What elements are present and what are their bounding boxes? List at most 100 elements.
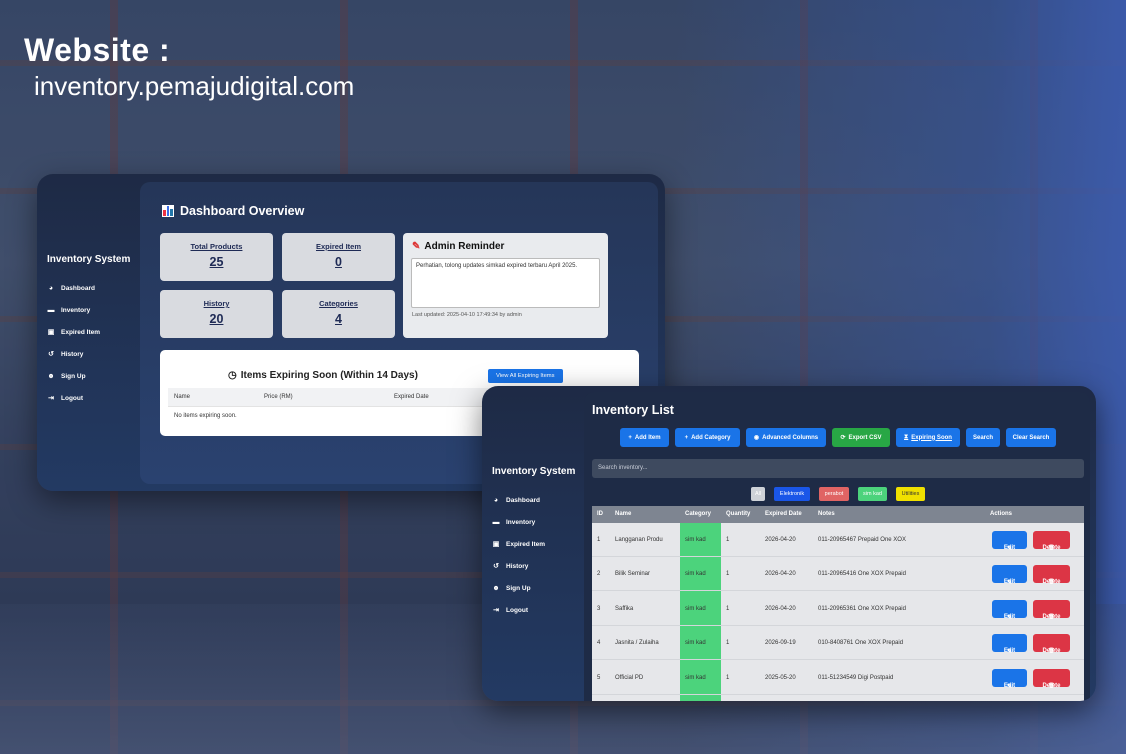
stat-value: 0 — [335, 255, 342, 269]
memo-icon: ✎ — [412, 241, 421, 252]
sidebar-item-inventory[interactable]: ▬ Inventory — [492, 511, 575, 533]
advanced-columns-button[interactable]: ◉ Advanced Columns — [746, 428, 826, 447]
calendar-icon: ▣ — [47, 329, 55, 336]
button-label: Delete — [1042, 648, 1061, 655]
sidebar-item-expired[interactable]: ▣ Expired Item — [492, 533, 575, 555]
edit-button[interactable]: ✎ Edit — [992, 531, 1027, 552]
stat-card-expired-item[interactable]: Expired Item 0 — [282, 233, 395, 281]
button-label: Edit — [1003, 613, 1016, 620]
column-header: Name — [615, 511, 632, 517]
button-label: Edit — [1003, 648, 1016, 655]
stat-card-history[interactable]: History 20 — [160, 290, 273, 338]
cell-name: Official PD — [615, 674, 644, 681]
sidebar-item-logout[interactable]: ⇥ Logout — [47, 387, 130, 409]
cell-qty: 1 — [726, 640, 730, 647]
page-title: Dashboard Overview — [162, 204, 304, 218]
button-label: Delete — [1042, 545, 1061, 551]
cell-date: 2026-04-20 — [765, 537, 796, 543]
promo-url: inventory.pemajudigital.com — [34, 71, 355, 101]
cell-name: Langganan Produ — [615, 537, 663, 543]
cell-name: Bilik Seminar — [615, 571, 651, 578]
table-row: 2 Bilik Seminar sim kad 1 2026-04-20 011-2096… — [592, 557, 1084, 592]
clear-search-button[interactable]: Clear Search — [1006, 428, 1056, 447]
edit-button[interactable]: ✎ Edit — [992, 634, 1027, 655]
search-button[interactable]: Search — [966, 428, 1000, 447]
cell-date: 2025-05-20 — [765, 674, 796, 681]
delete-button[interactable]: 🗑 Delete — [1033, 599, 1070, 620]
search-input[interactable]: Search inventory... — [592, 459, 1084, 478]
expiring-soon-button[interactable]: ⧗ Expiring Soon — [896, 428, 960, 447]
sidebar-item-expired[interactable]: ▣ Expired Item — [47, 321, 130, 343]
stat-card-categories[interactable]: Categories 4 — [282, 290, 395, 338]
button-label: Edit — [1003, 682, 1016, 689]
filter-chip-utilities[interactable]: Utilities — [896, 487, 925, 501]
box-icon: ▬ — [47, 306, 55, 314]
stat-label: Total Products — [190, 242, 243, 251]
button-label: Advanced Columns — [762, 434, 819, 441]
sidebar-brand: Inventory System — [492, 466, 576, 477]
table-header: ID Name Category Quantity Expired Date N… — [592, 506, 1084, 523]
history-icon: ↺ — [493, 563, 499, 570]
hourglass-icon: ⧗ — [904, 434, 909, 440]
filter-chip-perabot[interactable]: perabot — [819, 487, 849, 501]
column-header: Name — [174, 394, 191, 400]
calendar-icon: ▣ — [492, 541, 500, 548]
column-header: Actions — [990, 511, 1013, 517]
reminder-textarea[interactable]: Perhatian, tolong updates simkad expired… — [411, 258, 600, 308]
promo-text: Website : inventory.pemajudigital.com — [24, 32, 354, 102]
cell-notes: 011-20965361 One XOX Prepaid — [818, 605, 906, 612]
column-header: Expired Date — [765, 511, 802, 517]
sidebar-item-label: Sign Up — [506, 584, 531, 592]
delete-button[interactable]: 🗑 Delete — [1033, 634, 1070, 655]
sidebar-item-dashboard[interactable]: ◕ Dashboard — [492, 489, 575, 511]
sidebar-item-label: Dashboard — [506, 496, 540, 504]
add-category-button[interactable]: + Add Category — [675, 428, 740, 447]
sidebar-item-inventory[interactable]: ▬ Inventory — [47, 299, 130, 321]
cell-date: 2026-09-19 — [765, 640, 796, 647]
cell-notes: 011-20965467 Prepaid One XOX — [818, 537, 906, 543]
cell-category: sim kad — [685, 640, 706, 647]
stat-card-total-products[interactable]: Total Products 25 — [160, 233, 273, 281]
sidebar-item-label: Logout — [506, 606, 529, 614]
reminder-title: Admin Reminder — [424, 241, 505, 252]
sidebar-item-history[interactable]: ↺ History — [47, 343, 130, 365]
button-label: Delete — [1042, 682, 1061, 689]
sidebar-item-signup[interactable]: ☻ Sign Up — [47, 365, 130, 387]
dashboard-icon: ◕ — [48, 284, 54, 292]
delete-button[interactable]: 🗑 Delete — [1033, 531, 1070, 551]
cell-id: 1 — [597, 537, 601, 543]
edit-button[interactable]: ✎ Edit — [992, 668, 1027, 690]
edit-button[interactable]: ✎ Edit — [992, 599, 1027, 621]
cell-notes: 011-51234549 Digi Postpaid — [818, 674, 894, 681]
export-csv-button[interactable]: ⟳ Export CSV — [832, 428, 890, 447]
filter-chip-elektronik[interactable]: Elektronik — [774, 487, 810, 501]
user-plus-icon: ☻ — [492, 584, 500, 592]
box-icon: ▬ — [492, 518, 500, 526]
sidebar-item-label: Sign Up — [61, 372, 86, 380]
view-all-expiring-button[interactable]: View All Expiring Items — [488, 369, 563, 383]
promo-heading: Website : — [24, 32, 171, 68]
cell-category: sim kad — [685, 605, 706, 612]
filter-chip-sim-kad[interactable]: sim kad — [858, 487, 887, 501]
sidebar-item-dashboard[interactable]: ◕ Dashboard — [47, 277, 130, 299]
delete-button[interactable]: 🗑 Delete — [1033, 565, 1070, 585]
sidebar-item-label: Inventory — [506, 518, 536, 526]
cell-category: sim kad — [685, 537, 706, 543]
cell-qty: 1 — [726, 605, 730, 612]
filter-chip-all[interactable]: All — [751, 487, 765, 501]
dashboard-icon: ◕ — [493, 496, 499, 504]
sidebar-item-label: History — [61, 350, 84, 358]
logout-icon: ⇥ — [493, 607, 499, 614]
cell-date: 2026-04-20 — [765, 571, 796, 578]
add-item-button[interactable]: + Add Item — [620, 428, 669, 447]
button-label: Export CSV — [848, 434, 882, 441]
delete-button[interactable]: 🗑 Delete — [1033, 668, 1070, 689]
button-label: Expiring Soon — [911, 434, 952, 441]
cell-notes: 010-8408761 One XOX Prepaid — [818, 640, 904, 647]
sidebar-item-logout[interactable]: ⇥ Logout — [492, 599, 575, 621]
sidebar-item-history[interactable]: ↺ History — [492, 555, 575, 577]
sidebar-item-signup[interactable]: ☻ Sign Up — [492, 577, 575, 599]
cell-name: Jasnita / Zulaiha — [615, 640, 659, 647]
edit-button[interactable]: ✎ Edit — [992, 565, 1027, 586]
inventory-table: ID Name Category Quantity Expired Date N… — [592, 506, 1084, 701]
